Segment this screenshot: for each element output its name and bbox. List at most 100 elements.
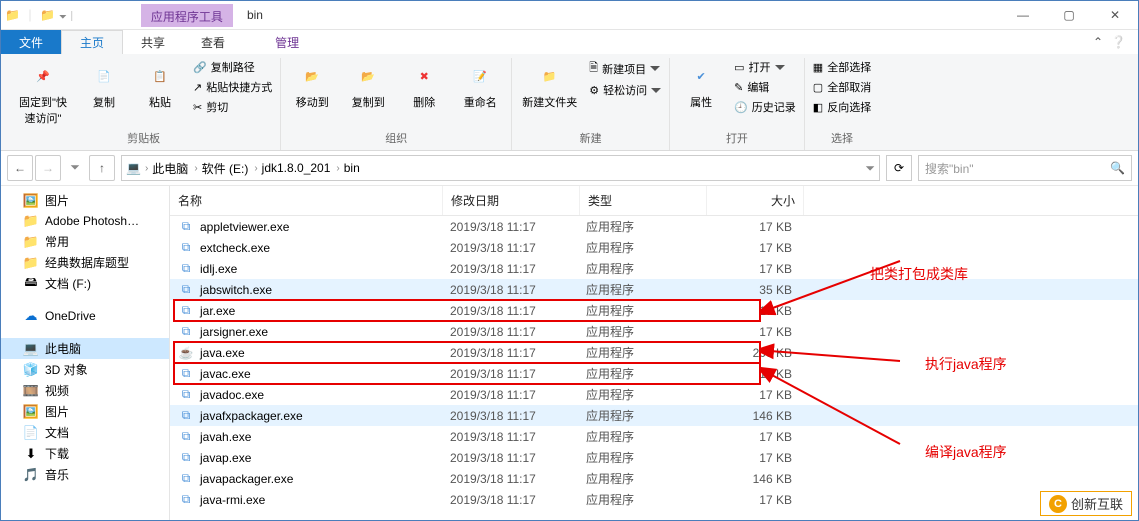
rename-button[interactable]: 📝重命名: [455, 58, 505, 112]
nav-item[interactable]: ⬇下载: [1, 443, 169, 464]
tab-view[interactable]: 查看: [183, 30, 243, 54]
ribbon-collapse-icon[interactable]: ⌃: [1093, 35, 1103, 49]
file-row[interactable]: ⧉java-rmi.exe2019/3/18 11:17应用程序17 KB: [170, 489, 1138, 510]
column-name[interactable]: 名称: [170, 186, 443, 215]
breadcrumb-dropdown-icon[interactable]: ⏷: [865, 161, 875, 176]
select-all-button[interactable]: ▦全部选择: [811, 58, 873, 76]
cut-button[interactable]: ✂剪切: [191, 98, 274, 116]
file-type: 应用程序: [578, 386, 704, 403]
column-type[interactable]: 类型: [580, 186, 707, 215]
paste-shortcut-button[interactable]: ↗粘贴快捷方式: [191, 78, 274, 96]
file-name: jar.exe: [200, 304, 235, 318]
breadcrumb[interactable]: 💻 › 此电脑› 软件 (E:)› jdk1.8.0_201› bin ⏷: [121, 155, 880, 181]
tab-home[interactable]: 主页: [61, 30, 123, 54]
explorer-window: 📁 ｜ 📁 ⏷｜ 应用程序工具 bin — ▢ ✕ 文件 主页 共享 查看 管理…: [0, 0, 1139, 521]
file-size: 17 KB: [704, 325, 800, 339]
search-placeholder: 搜索"bin": [925, 160, 974, 177]
new-item-button[interactable]: 🗎新建项目: [587, 58, 663, 79]
breadcrumb-segment[interactable]: jdk1.8.0_201›: [262, 161, 342, 175]
refresh-button[interactable]: ⟳: [886, 155, 912, 181]
pin-quick-access-button[interactable]: 📌 固定到"快速访问": [13, 58, 73, 128]
file-date: 2019/3/18 11:17: [442, 220, 578, 234]
delete-button[interactable]: ✖删除: [399, 58, 449, 112]
nav-item[interactable]: 🧊3D 对象: [1, 359, 169, 380]
nav-item[interactable]: ☁OneDrive: [1, 306, 169, 326]
minimize-button[interactable]: —: [1000, 1, 1046, 29]
nav-forward-button[interactable]: →: [35, 155, 61, 181]
file-row[interactable]: ⧉javadoc.exe2019/3/18 11:17应用程序17 KB: [170, 384, 1138, 405]
file-row[interactable]: ⧉idlj.exe2019/3/18 11:17应用程序17 KB: [170, 258, 1138, 279]
nav-back-button[interactable]: ←: [7, 155, 33, 181]
tab-file[interactable]: 文件: [1, 30, 61, 54]
search-input[interactable]: 搜索"bin" 🔍: [918, 155, 1132, 181]
breadcrumb-segment[interactable]: bin: [344, 161, 360, 175]
nav-item[interactable]: 📁经典数据库题型: [1, 252, 169, 273]
properties-label: 属性: [690, 94, 712, 110]
file-row[interactable]: ⧉javapackager.exe2019/3/18 11:17应用程序146 …: [170, 468, 1138, 489]
file-size: 203 KB: [704, 346, 800, 360]
file-icon: ⧉: [178, 303, 194, 319]
move-to-button[interactable]: 📂移动到: [287, 58, 337, 112]
column-size[interactable]: 大小: [707, 186, 804, 215]
properties-button[interactable]: ✔属性: [676, 58, 726, 112]
pc-icon: 💻: [126, 161, 141, 175]
file-list[interactable]: 名称 修改日期 类型 大小 ⧉appletviewer.exe2019/3/18…: [170, 186, 1138, 520]
file-row[interactable]: ⧉javah.exe2019/3/18 11:17应用程序17 KB: [170, 426, 1138, 447]
nav-item[interactable]: 🖼️图片: [1, 401, 169, 422]
new-folder-button[interactable]: 📁新建文件夹: [518, 58, 581, 112]
file-row[interactable]: ☕java.exe2019/3/18 11:17应用程序203 KB: [170, 342, 1138, 363]
file-row[interactable]: ⧉javafxpackager.exe2019/3/18 11:17应用程序14…: [170, 405, 1138, 426]
file-type: 应用程序: [578, 470, 704, 487]
file-name: idlj.exe: [200, 262, 237, 276]
invert-selection-button[interactable]: ◧反向选择: [811, 98, 873, 116]
chevron-down-icon: [650, 66, 660, 71]
copy-path-button[interactable]: 🔗复制路径: [191, 58, 274, 76]
nav-item[interactable]: 🎵音乐: [1, 464, 169, 485]
nav-icon: 🖼️: [23, 404, 39, 420]
file-row[interactable]: ⧉extcheck.exe2019/3/18 11:17应用程序17 KB: [170, 237, 1138, 258]
select-none-button[interactable]: ▢全部取消: [811, 78, 873, 96]
copyto-label: 复制到: [352, 94, 385, 110]
ribbon: 📌 固定到"快速访问" 📄 复制 📋 粘贴 🔗复制路径 ↗粘贴快捷方式 ✂剪切: [1, 54, 1138, 151]
copy-to-button[interactable]: 📂复制到: [343, 58, 393, 112]
nav-item[interactable]: 📁Adobe Photosh…: [1, 211, 169, 231]
breadcrumb-segment[interactable]: 此电脑›: [152, 160, 199, 177]
file-row[interactable]: ⧉jar.exe2019/3/18 11:17应用程序17 KB: [170, 300, 1138, 321]
open-button[interactable]: ▭打开: [732, 58, 798, 76]
column-date[interactable]: 修改日期: [443, 186, 580, 215]
close-button[interactable]: ✕: [1092, 1, 1138, 29]
breadcrumb-segment[interactable]: 软件 (E:)›: [202, 160, 260, 177]
tab-manage[interactable]: 管理: [257, 30, 317, 54]
file-icon: ⧉: [178, 450, 194, 466]
pin-icon: 📌: [27, 60, 59, 92]
history-button[interactable]: 🕘历史记录: [732, 98, 798, 116]
qat-item[interactable]: 📁: [40, 8, 55, 22]
nav-item[interactable]: 🎞️视频: [1, 380, 169, 401]
file-row[interactable]: ⧉jabswitch.exe2019/3/18 11:17应用程序35 KB: [170, 279, 1138, 300]
nav-pane[interactable]: 🖼️图片📁Adobe Photosh…📁常用📁经典数据库题型🖴文档 (F:)☁O…: [1, 186, 170, 520]
nav-item[interactable]: 📁常用: [1, 231, 169, 252]
maximize-button[interactable]: ▢: [1046, 1, 1092, 29]
tab-share[interactable]: 共享: [123, 30, 183, 54]
file-row[interactable]: ⧉jarsigner.exe2019/3/18 11:17应用程序17 KB: [170, 321, 1138, 342]
nav-item[interactable]: 🖴文档 (F:): [1, 273, 169, 294]
file-row[interactable]: ⧉javac.exe2019/3/18 11:17应用程序17 KB: [170, 363, 1138, 384]
file-row[interactable]: ⧉javap.exe2019/3/18 11:17应用程序17 KB: [170, 447, 1138, 468]
nav-item[interactable]: 💻此电脑: [1, 338, 169, 359]
file-icon: ⧉: [178, 324, 194, 340]
edit-button[interactable]: ✎编辑: [732, 78, 798, 96]
nav-item[interactable]: 📄文档: [1, 422, 169, 443]
nav-recent-button[interactable]: ⏷: [63, 155, 87, 179]
nav-up-button[interactable]: ↑: [89, 155, 115, 181]
file-icon: ⧉: [178, 429, 194, 445]
file-name: javac.exe: [200, 367, 251, 381]
new-folder-label: 新建文件夹: [522, 94, 577, 110]
file-size: 17 KB: [704, 367, 800, 381]
paste-button[interactable]: 📋 粘贴: [135, 58, 185, 112]
qat-dropdown-icon[interactable]: ⏷｜: [59, 8, 77, 23]
help-icon[interactable]: ❔: [1111, 35, 1126, 49]
file-row[interactable]: ⧉appletviewer.exe2019/3/18 11:17应用程序17 K…: [170, 216, 1138, 237]
easy-access-button[interactable]: ⚙轻松访问: [587, 81, 663, 99]
copy-button[interactable]: 📄 复制: [79, 58, 129, 112]
nav-item[interactable]: 🖼️图片: [1, 190, 169, 211]
